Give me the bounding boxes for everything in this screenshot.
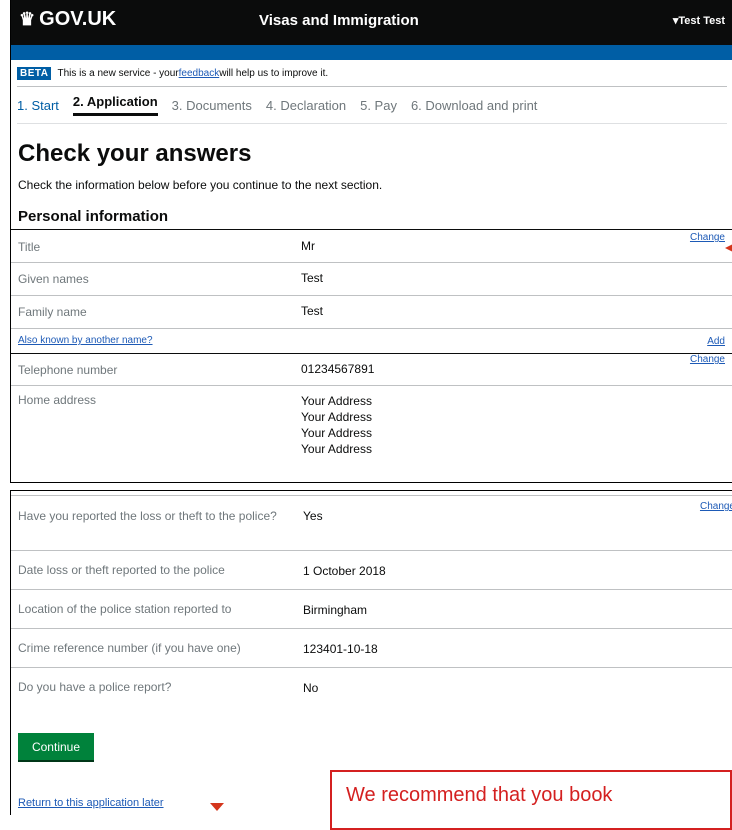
step-start[interactable]: 1. Start — [17, 98, 59, 113]
address-line: Your Address — [301, 442, 372, 456]
continue-button[interactable]: Continue — [18, 733, 94, 760]
row-value: Mr — [301, 239, 315, 253]
step-documents: 3. Documents — [171, 97, 252, 113]
row-key: Location of the police station reported … — [18, 602, 232, 616]
row-value: Test — [301, 271, 324, 285]
table-row: Date loss or theft reported to the polic… — [11, 551, 732, 590]
beta-tag: BETA — [17, 66, 52, 80]
user-menu[interactable]: ▾Test Test — [673, 14, 725, 27]
change-police-report-link[interactable]: Change — [700, 501, 732, 512]
table-row: Location of the police station reported … — [11, 590, 732, 629]
step-declaration: 4. Declaration — [265, 97, 347, 113]
row-key: Home address — [18, 393, 97, 407]
table-row: Family name Test — [11, 296, 732, 329]
address-line: Your Address — [301, 410, 372, 424]
annotation-callout: We recommend that you book — [330, 770, 732, 830]
row-key: Telephone number — [18, 363, 118, 377]
phase-text-before: This is a new service - your — [57, 67, 179, 79]
police-report-panel: Have you reported the loss or theft to t… — [10, 490, 732, 815]
row-key: Family name — [18, 305, 87, 319]
also-known-by-link[interactable]: Also known by another name? — [18, 335, 153, 346]
table-row: Home address Your Address Your Address Y… — [11, 386, 732, 466]
address-line: Your Address — [301, 426, 372, 440]
return-later-link[interactable]: Return to this application later — [18, 797, 164, 809]
address-value: Your Address Your Address Your Address Y… — [301, 393, 372, 457]
row-key: Date loss or theft reported to the polic… — [18, 563, 225, 577]
intro-text: Check the information below before you c… — [18, 178, 383, 192]
govuk-header: ♛ GOV.UK Visas and Immigration ▾Test Tes… — [11, 0, 732, 45]
step-application[interactable]: 2. Application — [72, 94, 158, 116]
row-key: Given names — [18, 272, 89, 286]
change-telephone-link[interactable]: Change — [690, 354, 725, 365]
table-row: Crime reference number (if you have one)… — [11, 629, 732, 668]
add-other-name-link[interactable]: Add — [707, 336, 725, 347]
govuk-logo[interactable]: ♛ GOV.UK — [19, 8, 116, 31]
personal-info-summary: Title Mr Change Given names Test Family … — [11, 229, 732, 466]
application-panel: ♛ GOV.UK Visas and Immigration ▾Test Tes… — [10, 0, 732, 483]
step-download-print: 6. Download and print — [410, 97, 538, 113]
row-key: Have you reported the loss or theft to t… — [18, 509, 277, 523]
row-value: No — [303, 681, 319, 695]
table-row: Also known by another name? Add — [11, 329, 732, 354]
table-row: Title Mr Change — [11, 230, 732, 263]
crown-icon: ♛ — [19, 9, 36, 29]
row-key: Do you have a police report? — [18, 680, 172, 694]
table-row: Telephone number 01234567891 Change — [11, 354, 732, 386]
row-key: Crime reference number (if you have one) — [18, 641, 241, 655]
change-title-link[interactable]: Change — [690, 232, 725, 243]
annotation-arrow-down-icon — [210, 803, 224, 811]
feedback-link[interactable]: feedback — [179, 68, 220, 79]
table-row: Do you have a police report? No — [11, 668, 732, 706]
row-value: 1 October 2018 — [303, 564, 386, 578]
logo-text: GOV.UK — [39, 8, 117, 30]
header-accent-bar — [11, 45, 732, 60]
annotation-arrow-left-icon — [725, 244, 732, 252]
row-value: 123401-10-18 — [303, 642, 378, 656]
table-row: Have you reported the loss or theft to t… — [11, 496, 732, 551]
row-value: 01234567891 — [301, 362, 375, 376]
section-title: Personal information — [18, 208, 169, 225]
phase-banner: BETA This is a new service - your feedba… — [17, 60, 727, 87]
page-title: Check your answers — [18, 140, 252, 167]
row-key: Title — [18, 240, 41, 254]
row-value: Yes — [303, 509, 323, 523]
callout-text: We recommend that you book — [346, 784, 613, 806]
service-name[interactable]: Visas and Immigration — [259, 12, 419, 29]
table-row: Given names Test — [11, 263, 732, 296]
address-line: Your Address — [301, 394, 372, 408]
row-value: Birmingham — [303, 603, 368, 617]
police-report-summary: Have you reported the loss or theft to t… — [11, 495, 732, 706]
phase-text-after: will help us to improve it. — [219, 67, 329, 79]
step-pay: 5. Pay — [360, 97, 397, 113]
step-navigation: 1. Start 2. Application 3. Documents 4. … — [17, 87, 727, 124]
row-value: Test — [301, 304, 324, 318]
